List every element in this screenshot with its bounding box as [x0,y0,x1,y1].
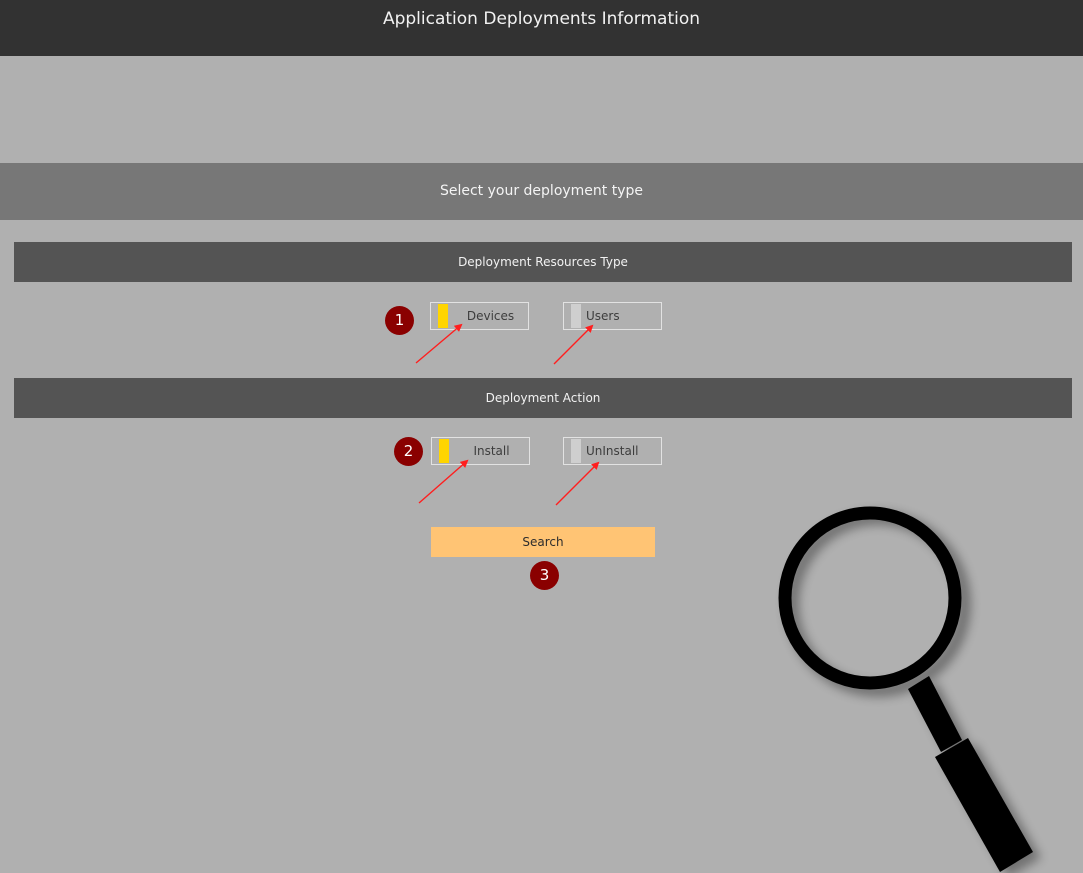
annotation-overlay [415,323,1041,873]
magnifying-glass-icon [778,506,1041,873]
annotation-arrows [415,323,600,506]
arrow-icon [553,324,594,365]
arrow-icon [418,459,469,504]
arrow-icon [415,323,463,364]
arrow-icon [555,461,600,506]
